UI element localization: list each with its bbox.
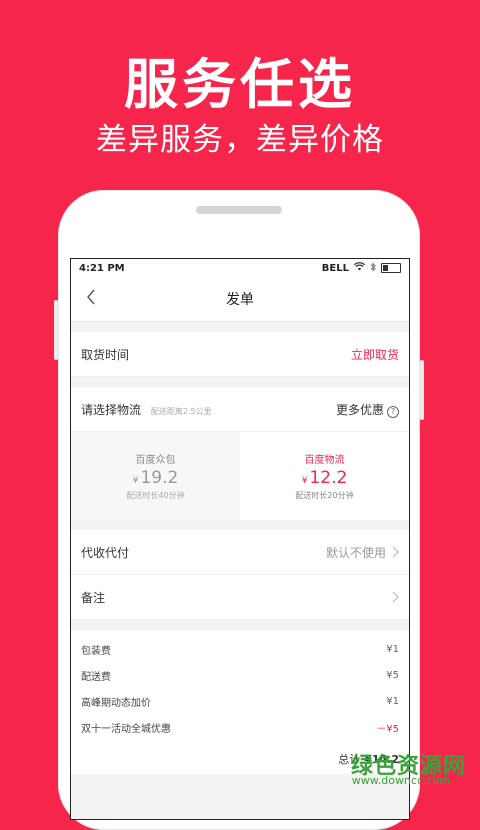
wifi-icon — [353, 262, 366, 274]
currency-symbol: ¥ — [301, 476, 308, 486]
fee-list: 包装费 ¥1 配送费 ¥5 高峰期动态加价 ¥1 双十一活动全城优惠 －¥5 — [71, 630, 409, 744]
option-eta: 配送时长40分钟 — [126, 491, 185, 500]
currency-symbol: ¥ — [132, 476, 139, 486]
promo-subline: 差异服务，差异价格 — [96, 122, 384, 158]
status-carrier: BELL — [321, 262, 349, 274]
option-price-value: 12.2 — [309, 468, 348, 488]
logistics-distance: 配送距离2.5公里 — [150, 406, 212, 416]
cod-label: 代收代付 — [81, 545, 130, 560]
more-offers-label: 更多优惠 — [335, 402, 384, 417]
fee-label: 高峰期动态加价 — [81, 697, 151, 709]
option-name: 百度众包 — [135, 455, 176, 466]
fee-row: 包装费 ¥1 — [81, 636, 399, 662]
page-title: 发单 — [226, 292, 254, 308]
logistics-options: 百度众包 ¥19.2 配送时长40分钟 百度物流 ¥12.2 配送时长20分钟 — [71, 431, 409, 520]
fee-row: 高峰期动态加价 ¥1 — [81, 688, 399, 714]
option-price-value: 19.2 — [140, 468, 179, 488]
help-icon[interactable]: ? — [387, 405, 399, 418]
promo-headline: 服务任选 — [124, 53, 356, 116]
fee-row-discount: 双十一活动全城优惠 －¥5 — [81, 714, 399, 740]
battery-icon — [381, 263, 401, 273]
fee-amount: －¥5 — [376, 723, 399, 735]
app-screen: 4:21 PM BELL 发单 取货时间 立即取货 请选择物流 配送距离2.5公… — [70, 258, 410, 820]
more-offers-link[interactable]: 更多优惠? — [336, 401, 399, 418]
cod-value-group: 默认不使用 — [326, 544, 399, 561]
back-button[interactable] — [79, 285, 103, 313]
option-eta: 配送时长20分钟 — [295, 491, 354, 500]
chevron-left-icon — [87, 289, 95, 305]
nav-bar: 发单 — [71, 277, 409, 322]
chevron-right-icon — [392, 546, 399, 558]
cod-value: 默认不使用 — [325, 545, 386, 560]
fee-label: 包装费 — [81, 645, 111, 657]
logistics-option-crowd[interactable]: 百度众包 ¥19.2 配送时长40分钟 — [71, 432, 240, 520]
phone-side-button-right — [420, 360, 424, 420]
pickup-time-row[interactable]: 取货时间 立即取货 — [71, 332, 409, 377]
cod-row[interactable]: 代收代付 默认不使用 — [71, 530, 409, 575]
bluetooth-icon — [370, 261, 376, 275]
logistics-label: 请选择物流 — [81, 402, 142, 417]
fee-row: 配送费 ¥5 — [81, 662, 399, 688]
fee-amount: ¥5 — [386, 669, 399, 681]
fee-label: 配送费 — [81, 671, 111, 683]
fee-label: 双十一活动全城优惠 — [81, 723, 171, 735]
fee-amount: ¥1 — [386, 695, 399, 707]
watermark-url: www.downcc.com — [351, 774, 450, 787]
chevron-right-icon — [392, 591, 399, 603]
phone-side-button-left — [54, 300, 58, 360]
option-name: 百度物流 — [304, 455, 345, 466]
phone-speaker — [196, 206, 282, 214]
status-indicators: BELL — [321, 261, 401, 275]
option-price: ¥12.2 — [302, 468, 348, 488]
logistics-header: 请选择物流 配送距离2.5公里 更多优惠? — [71, 387, 409, 431]
remark-row[interactable]: 备注 — [71, 575, 409, 620]
status-bar: 4:21 PM BELL — [71, 259, 409, 277]
logistics-option-baidu[interactable]: 百度物流 ¥12.2 配送时长20分钟 — [240, 432, 409, 520]
fee-amount: ¥1 — [386, 643, 399, 655]
remark-label: 备注 — [81, 590, 106, 605]
pickup-time-value[interactable]: 立即取货 — [351, 346, 399, 363]
status-time: 4:21 PM — [79, 262, 125, 274]
option-price: ¥19.2 — [133, 468, 179, 488]
pickup-time-label: 取货时间 — [81, 347, 130, 362]
phone-frame: 4:21 PM BELL 发单 取货时间 立即取货 请选择物流 配送距离2.5公… — [54, 190, 424, 830]
